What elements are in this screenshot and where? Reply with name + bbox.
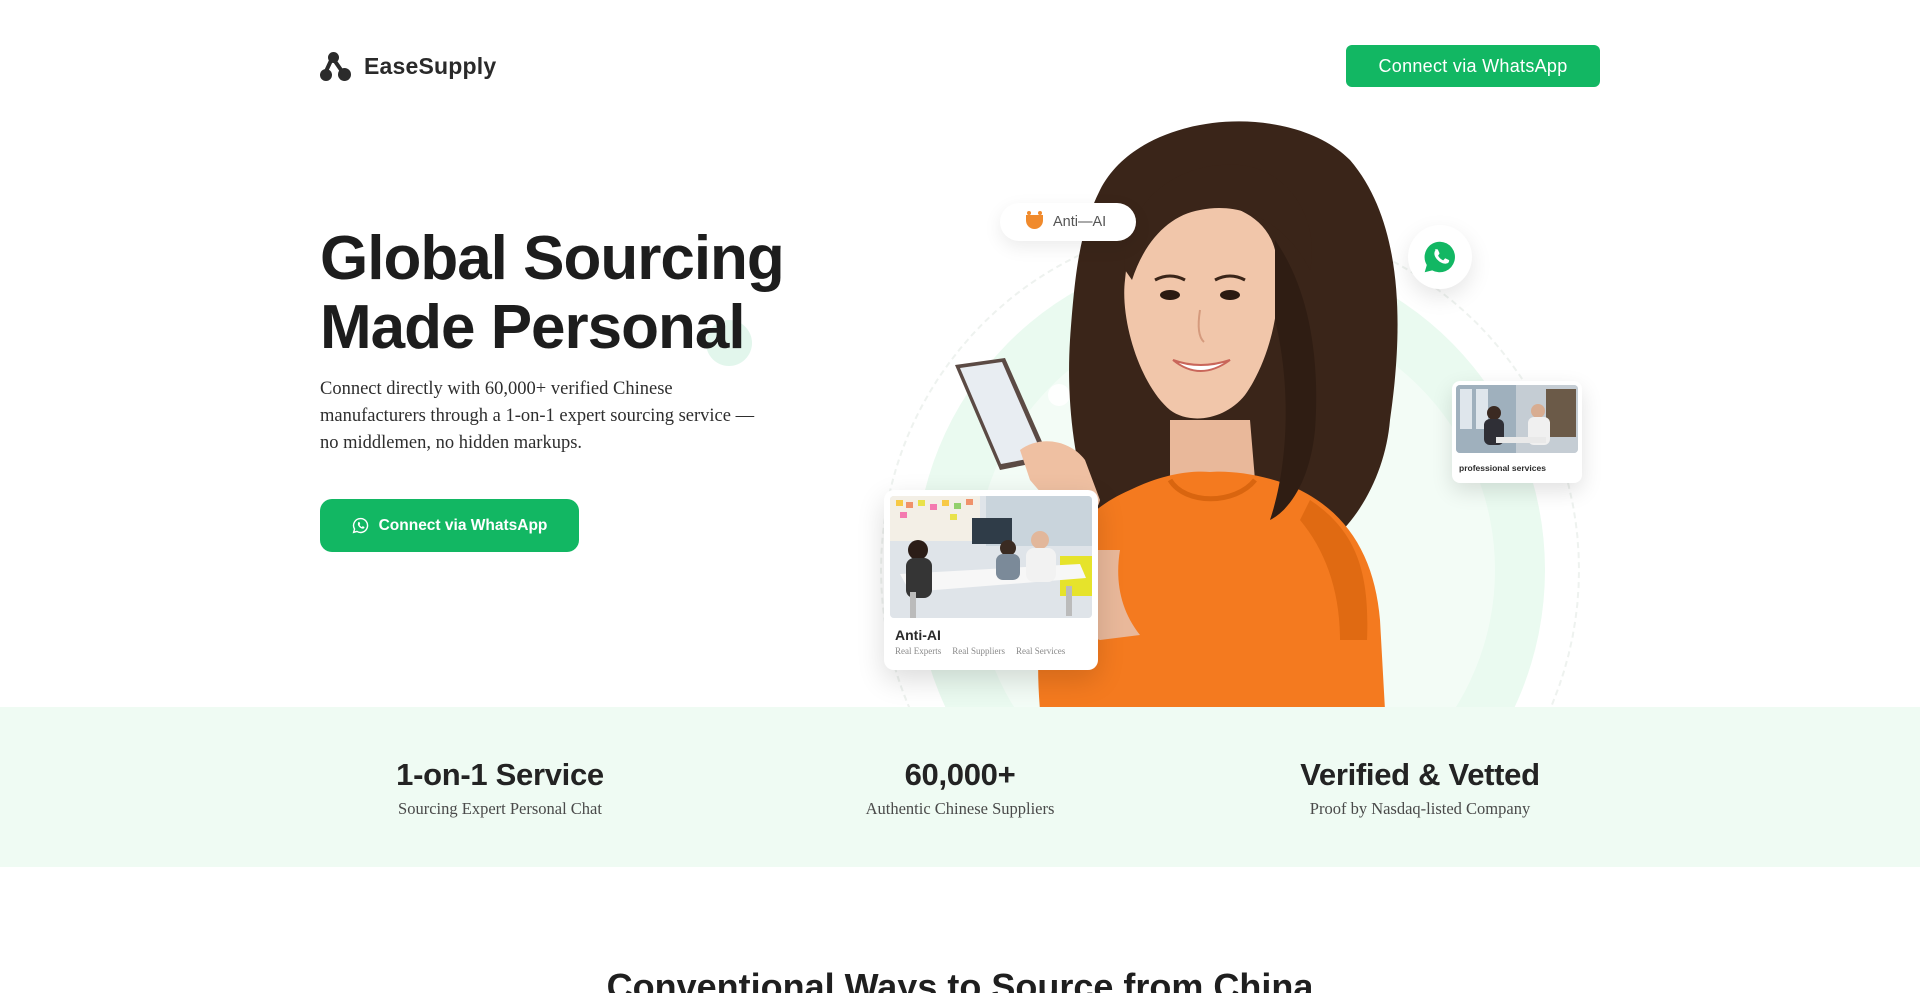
stat-value: Verified & Vetted bbox=[1300, 757, 1540, 792]
tag-real-experts: Real Experts bbox=[895, 646, 942, 656]
hero-description: Connect directly with 60,000+ verified C… bbox=[320, 379, 755, 453]
professional-services-label: professional services bbox=[1459, 463, 1546, 473]
hero-whatsapp-label: Connect via WhatsApp bbox=[378, 516, 548, 534]
stat-value: 1-on-1 Service bbox=[396, 757, 604, 792]
anti-ai-pill-label: Anti—AI bbox=[1053, 214, 1107, 230]
whatsapp-bubble[interactable] bbox=[1408, 225, 1472, 289]
stat-value: 60,000+ bbox=[904, 757, 1016, 792]
business-meeting-image bbox=[1456, 385, 1578, 453]
stat-service: 1-on-1 Service Sourcing Expert Personal … bbox=[300, 757, 700, 819]
tag-real-services: Real Services bbox=[1016, 646, 1066, 656]
tag-real-suppliers: Real Suppliers bbox=[952, 646, 1005, 656]
professional-services-card: professional services bbox=[1452, 381, 1582, 483]
anti-ai-card-tags: Real Experts Real Suppliers Real Service… bbox=[895, 646, 1092, 656]
hero-title-line-1: Global Sourcing bbox=[320, 224, 785, 293]
stat-verified: Verified & Vetted Proof by Nasdaq-listed… bbox=[1220, 757, 1620, 819]
hero-whatsapp-button[interactable]: Connect via WhatsApp bbox=[320, 499, 579, 552]
hero-title-line-2: Made Personal bbox=[320, 293, 746, 362]
logo-icon bbox=[320, 50, 352, 82]
whatsapp-icon bbox=[352, 517, 368, 534]
anti-ai-card: Anti-AI Real Experts Real Suppliers Real… bbox=[884, 490, 1098, 670]
stat-label: Proof by Nasdaq-listed Company bbox=[1309, 799, 1531, 818]
brand-logo[interactable]: EaseSupply bbox=[320, 50, 496, 82]
stat-label: Sourcing Expert Personal Chat bbox=[398, 799, 602, 818]
anti-ai-card-title: Anti-AI bbox=[895, 627, 941, 643]
stat-label: Authentic Chinese Suppliers bbox=[865, 799, 1055, 818]
header-whatsapp-button[interactable]: Connect via WhatsApp bbox=[1346, 45, 1600, 87]
brand-name: EaseSupply bbox=[364, 52, 497, 79]
stats-band: 1-on-1 Service Sourcing Expert Personal … bbox=[0, 707, 1920, 867]
anti-ai-pill: Anti—AI bbox=[1000, 203, 1136, 241]
stat-suppliers: 60,000+ Authentic Chinese Suppliers bbox=[760, 757, 1160, 819]
whatsapp-icon bbox=[1424, 241, 1455, 273]
hero-title: Global Sourcing Made Personal bbox=[320, 224, 785, 362]
office-meeting-image bbox=[890, 496, 1092, 618]
section-title: Conventional Ways to Source from China bbox=[606, 966, 1314, 993]
smile-icon bbox=[1026, 211, 1043, 229]
site-header: EaseSupply Connect via WhatsApp bbox=[0, 0, 1920, 130]
